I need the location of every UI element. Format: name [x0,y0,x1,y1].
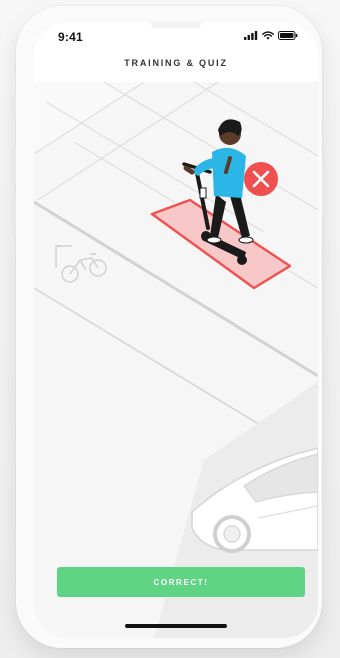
phone-screen: 9:41 TRAINING & QUIZ CORRECT! [34,22,318,638]
battery-icon [278,31,298,40]
bike-lane-icon [55,245,107,283]
street-scene [34,81,318,638]
close-icon [244,162,278,196]
status-time: 9:41 [58,30,83,44]
silent-switch [12,96,16,116]
header: TRAINING & QUIZ [34,52,318,82]
signal-icon [244,31,258,40]
correct-button[interactable]: CORRECT! [57,567,305,597]
status-bar: 9:41 [34,22,318,52]
wifi-icon [262,31,274,40]
quiz-illustration [34,81,318,638]
page-title: TRAINING & QUIZ [124,58,228,68]
home-indicator[interactable] [125,624,227,628]
volume-down-button [12,196,16,234]
power-button [322,160,326,216]
page: 9:41 TRAINING & QUIZ CORRECT! [0,0,340,658]
status-icons [244,31,298,40]
volume-up-button [12,146,16,184]
notch [150,22,202,28]
